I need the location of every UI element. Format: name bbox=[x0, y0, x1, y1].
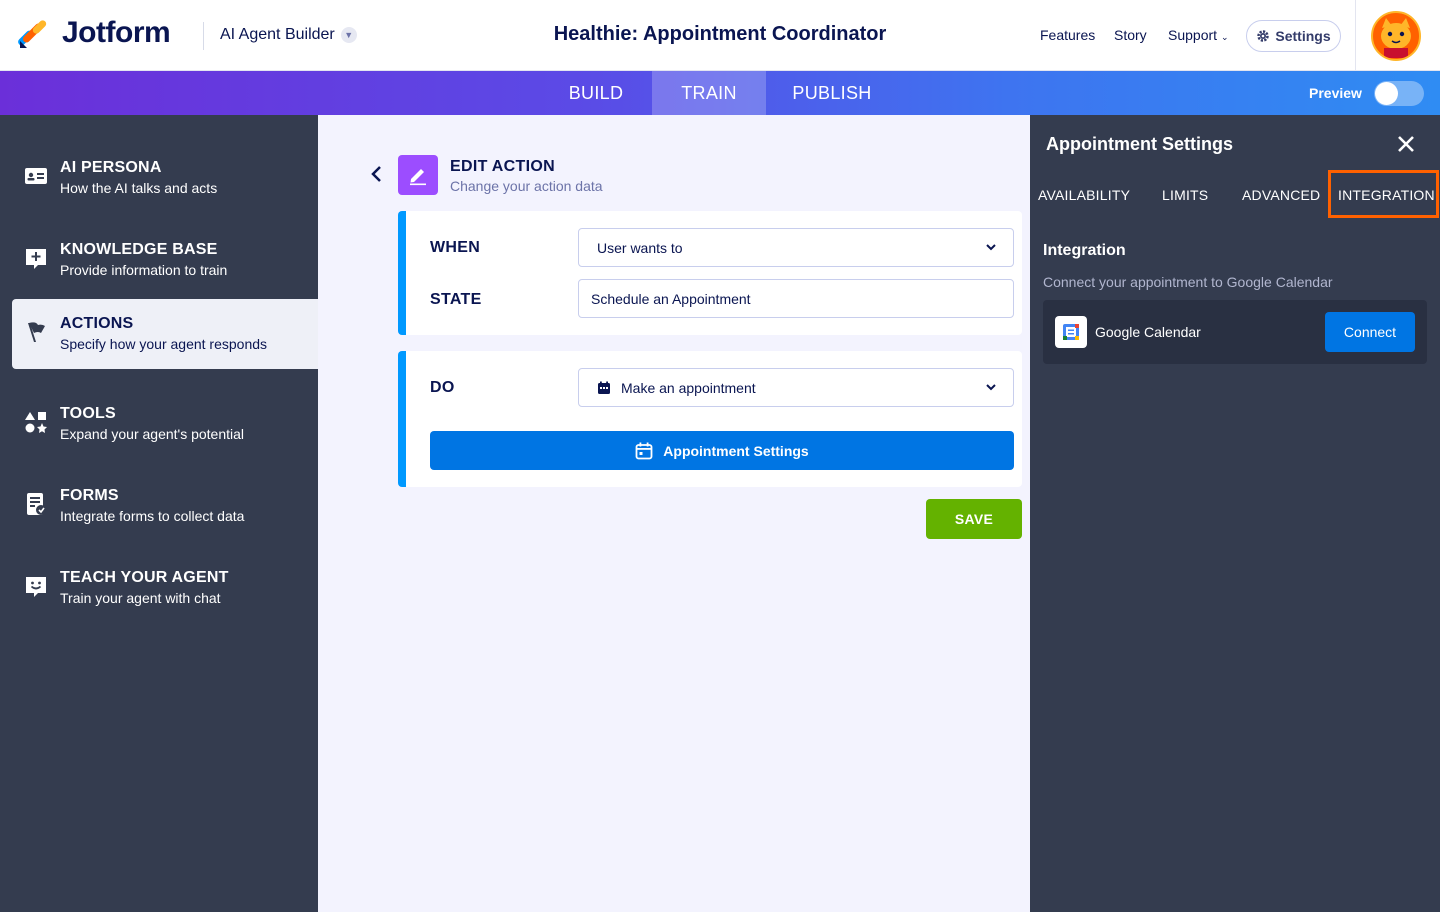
connect-button[interactable]: Connect bbox=[1325, 312, 1415, 352]
form-icon bbox=[27, 493, 46, 515]
sidebar-item-subtitle: Provide information to train bbox=[60, 262, 228, 278]
features-link[interactable]: Features bbox=[1040, 27, 1095, 43]
sidebar-item-tools[interactable]: TOOLS Expand your agent's potential bbox=[12, 389, 318, 459]
chevron-down-icon bbox=[986, 244, 996, 251]
chevron-down-icon: ▼ bbox=[340, 27, 357, 43]
tab-availability[interactable]: AVAILABILITY bbox=[1038, 187, 1130, 203]
google-calendar-logo-icon bbox=[1063, 324, 1079, 340]
preview-label: Preview bbox=[1309, 85, 1362, 101]
user-avatar[interactable] bbox=[1371, 11, 1421, 61]
gear-icon bbox=[1257, 30, 1270, 42]
tab-train[interactable]: TRAIN bbox=[652, 71, 766, 115]
jotform-logo-icon bbox=[18, 20, 47, 48]
brand-name: Jotform bbox=[62, 16, 171, 49]
sidebar-item-subtitle: Specify how your agent responds bbox=[60, 336, 268, 352]
sidebar-item-title: TOOLS bbox=[60, 405, 116, 422]
flag-icon bbox=[28, 322, 45, 342]
sidebar-item-forms[interactable]: FORMS Integrate forms to collect data bbox=[12, 471, 318, 541]
do-label: DO bbox=[430, 379, 455, 396]
settings-label: Settings bbox=[1275, 28, 1331, 44]
chevron-down-icon: ⌄ bbox=[1220, 32, 1229, 42]
builder-tab-bar: BUILD TRAIN PUBLISH Preview bbox=[0, 71, 1440, 115]
chevron-down-icon bbox=[986, 384, 996, 391]
tab-limits[interactable]: LIMITS bbox=[1162, 187, 1208, 203]
sidebar-item-title: FORMS bbox=[60, 487, 119, 504]
tab-advanced[interactable]: ADVANCED bbox=[1242, 187, 1320, 203]
integration-section-title: Integration bbox=[1043, 242, 1126, 259]
shapes-icon bbox=[25, 412, 47, 433]
avatar-face-icon bbox=[1374, 14, 1418, 58]
knowledge-plus-icon bbox=[26, 249, 46, 269]
jotform-logo[interactable]: Jotform bbox=[18, 16, 171, 50]
integration-name: Google Calendar bbox=[1095, 324, 1201, 340]
id-card-icon bbox=[25, 168, 47, 184]
preview-toggle[interactable] bbox=[1374, 81, 1424, 106]
calendar-icon bbox=[598, 381, 610, 394]
tab-integration[interactable]: INTEGRATION bbox=[1338, 187, 1435, 203]
google-calendar-card: Google Calendar Connect bbox=[1043, 300, 1427, 364]
sidebar-item-subtitle: Integrate forms to collect data bbox=[60, 508, 245, 524]
edit-action-subtitle: Change your action data bbox=[450, 178, 603, 194]
edit-icon-box bbox=[398, 155, 438, 195]
do-select[interactable]: Make an appointment bbox=[578, 368, 1014, 407]
builder-label: AI Agent Builder bbox=[220, 26, 335, 43]
support-label: Support bbox=[1168, 27, 1218, 43]
sidebar-item-actions[interactable]: ACTIONS Specify how your agent responds bbox=[12, 299, 318, 369]
header-divider bbox=[203, 22, 204, 50]
pencil-icon bbox=[410, 169, 426, 186]
toggle-knob bbox=[1375, 82, 1398, 105]
top-header: Jotform AI Agent Builder ▼ Healthie: App… bbox=[0, 0, 1440, 71]
appointment-settings-label: Appointment Settings bbox=[663, 442, 809, 459]
state-input[interactable]: Schedule an Appointment bbox=[578, 279, 1014, 318]
sidebar-item-title: TEACH YOUR AGENT bbox=[60, 569, 229, 586]
appointment-settings-button[interactable]: Appointment Settings bbox=[430, 431, 1014, 470]
builder-switcher[interactable]: AI Agent Builder ▼ bbox=[220, 26, 357, 44]
do-card: DO Make an appointment Appointment Setti… bbox=[398, 351, 1022, 487]
sidebar-item-subtitle: Train your agent with chat bbox=[60, 590, 221, 606]
sidebar-item-teach-your-agent[interactable]: TEACH YOUR AGENT Train your agent with c… bbox=[12, 553, 318, 623]
agent-title[interactable]: Healthie: Appointment Coordinator bbox=[554, 23, 887, 45]
sidebar-item-title: ACTIONS bbox=[60, 315, 134, 332]
sidebar-item-title: AI PERSONA bbox=[60, 159, 162, 176]
calendar-icon bbox=[635, 442, 653, 459]
state-label: STATE bbox=[430, 291, 482, 308]
header-divider bbox=[1355, 0, 1356, 71]
tab-build[interactable]: BUILD bbox=[540, 71, 652, 115]
condition-card: WHEN User wants to STATE Schedule an App… bbox=[398, 211, 1022, 335]
when-label: WHEN bbox=[430, 239, 481, 256]
close-icon[interactable] bbox=[1394, 132, 1418, 156]
story-link[interactable]: Story bbox=[1114, 27, 1147, 43]
appointment-settings-panel: Appointment Settings AVAILABILITY LIMITS… bbox=[1030, 115, 1440, 912]
edit-action-area: EDIT ACTION Change your action data WHEN… bbox=[318, 115, 1030, 912]
settings-button[interactable]: Settings bbox=[1246, 20, 1341, 52]
edit-action-title: EDIT ACTION bbox=[450, 158, 555, 175]
sidebar-item-ai-persona[interactable]: AI PERSONA How the AI talks and acts bbox=[12, 143, 318, 213]
state-value: Schedule an Appointment bbox=[591, 290, 751, 307]
sidebar-item-knowledge-base[interactable]: KNOWLEDGE BASE Provide information to tr… bbox=[12, 225, 318, 295]
tab-publish[interactable]: PUBLISH bbox=[766, 71, 898, 115]
sidebar-item-subtitle: Expand your agent's potential bbox=[60, 426, 245, 442]
when-select[interactable]: User wants to bbox=[578, 228, 1014, 267]
when-value: User wants to bbox=[597, 239, 683, 256]
google-calendar-icon bbox=[1055, 316, 1087, 348]
left-sidebar: AI PERSONA How the AI talks and acts KNO… bbox=[0, 115, 318, 912]
panel-title: Appointment Settings bbox=[1046, 134, 1233, 154]
chevron-left-icon[interactable] bbox=[368, 163, 386, 185]
sidebar-item-title: KNOWLEDGE BASE bbox=[60, 241, 218, 258]
save-button[interactable]: SAVE bbox=[926, 499, 1022, 539]
do-value: Make an appointment bbox=[621, 379, 756, 396]
sidebar-item-subtitle: How the AI talks and acts bbox=[60, 180, 218, 196]
support-menu[interactable]: Support ⌄ bbox=[1168, 27, 1228, 43]
integration-description: Connect your appointment to Google Calen… bbox=[1043, 274, 1333, 290]
chat-smile-icon bbox=[26, 577, 46, 597]
